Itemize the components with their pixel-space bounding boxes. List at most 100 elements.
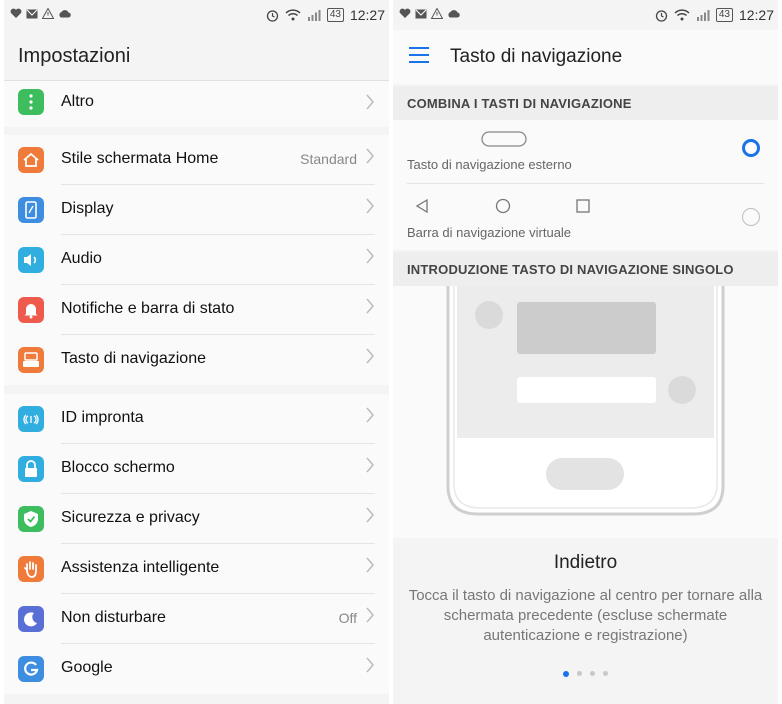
- settings-item-security[interactable]: Sicurezza e privacy: [4, 494, 389, 544]
- settings-item-label: Notifiche e barra di stato: [61, 300, 235, 317]
- home-icon: [18, 147, 44, 173]
- alarm-icon: [266, 9, 278, 22]
- battery-indicator: 43: [715, 8, 733, 22]
- notification-icons: [10, 8, 71, 19]
- system-icons: 43 12:27: [655, 7, 774, 23]
- settings-item-screen-lock[interactable]: Blocco schermo: [4, 444, 389, 494]
- chevron-right-icon: [366, 248, 374, 264]
- settings-item-fingerprint[interactable]: ID impronta: [4, 394, 389, 444]
- page-title: Tasto di navigazione: [450, 46, 623, 67]
- more-dots-icon: [18, 89, 44, 115]
- chevron-right-icon: [366, 457, 374, 473]
- fingerprint-icon: [18, 406, 44, 432]
- settings-item-value: Standard: [300, 151, 357, 167]
- alarm-icon: [655, 9, 667, 22]
- settings-item-label: Altro: [61, 93, 94, 110]
- warning-icon: [431, 8, 443, 19]
- settings-group-2: Stile schermata Home Standard Display Au…: [4, 135, 389, 385]
- system-icons: 43 12:27: [266, 7, 385, 23]
- settings-group-1: Altro: [4, 81, 389, 127]
- settings-item-display[interactable]: Display: [4, 185, 389, 235]
- status-bar: 43 12:27: [393, 0, 778, 30]
- status-time: 12:27: [738, 7, 774, 23]
- bell-icon: [18, 297, 44, 323]
- navigation-key-screen: 43 12:27 Tasto di navigazione COMBINA I …: [393, 0, 778, 704]
- settings-item-altro[interactable]: Altro: [4, 81, 389, 127]
- description-title: Indietro: [553, 552, 618, 573]
- settings-item-label: Stile schermata Home: [61, 150, 219, 167]
- chevron-right-icon: [366, 298, 374, 314]
- option-virtual-bar[interactable]: Barra di navigazione virtuale: [393, 184, 778, 250]
- wifi-icon: [674, 9, 690, 21]
- chevron-right-icon: [366, 607, 374, 623]
- notification-icons: [399, 8, 460, 19]
- section-title: INTRODUZIONE TASTO DI NAVIGAZIONE SINGOL…: [407, 262, 734, 277]
- app-bar: Impostazioni: [4, 30, 389, 81]
- moon-icon: [18, 606, 44, 632]
- page-indicator: [393, 671, 778, 677]
- option-external-key[interactable]: Tasto di navigazione esterno: [393, 120, 778, 184]
- battery-indicator: 43: [326, 8, 344, 22]
- chevron-right-icon: [366, 557, 374, 573]
- settings-item-label: Sicurezza e privacy: [61, 509, 200, 526]
- settings-item-navigation-key[interactable]: Tasto di navigazione: [4, 335, 389, 385]
- home-circle-icon: [495, 198, 511, 214]
- cloud-icon: [448, 10, 460, 18]
- radio-external-selected[interactable]: [742, 139, 760, 157]
- health-icon: [399, 8, 411, 18]
- health-icon: [10, 8, 22, 18]
- signal-icon: [307, 10, 321, 21]
- status-time: 12:27: [349, 7, 385, 23]
- chevron-right-icon: [366, 94, 374, 110]
- settings-item-do-not-disturb[interactable]: Non disturbare Off: [4, 594, 389, 644]
- settings-screen: 43 12:27 Impostazioni Altro Stile scherm…: [4, 0, 389, 704]
- back-triangle-icon: [415, 198, 428, 214]
- section-title: COMBINA I TASTI DI NAVIGAZIONE: [407, 96, 632, 111]
- mail-icon: [415, 9, 427, 18]
- page-dot: [577, 671, 582, 676]
- settings-item-notifications[interactable]: Notifiche e barra di stato: [4, 285, 389, 335]
- shield-icon: [18, 506, 44, 532]
- wifi-icon: [285, 9, 301, 21]
- settings-item-label: Non disturbare: [61, 609, 166, 626]
- description-text: Tocca il tasto di navigazione al centro …: [408, 587, 763, 644]
- mail-icon: [26, 9, 38, 18]
- google-icon: [18, 656, 44, 682]
- settings-item-label: Assistenza intelligente: [61, 559, 220, 576]
- chevron-right-icon: [366, 657, 374, 673]
- keyboard-icon: [18, 347, 44, 373]
- speaker-icon: [18, 247, 44, 273]
- page-dot-active: [563, 671, 569, 677]
- settings-item-google[interactable]: Google: [4, 644, 389, 694]
- radio-virtual[interactable]: [742, 208, 760, 226]
- settings-item-smart-assist[interactable]: Assistenza intelligente: [4, 544, 389, 594]
- page-dot: [590, 671, 595, 676]
- chevron-right-icon: [366, 407, 374, 423]
- recents-square-icon: [576, 199, 590, 213]
- settings-item-value: Off: [338, 610, 357, 626]
- settings-item-label: Google: [61, 659, 113, 676]
- settings-item-home-style[interactable]: Stile schermata Home Standard: [4, 135, 389, 185]
- option-label: Barra di navigazione virtuale: [407, 225, 572, 240]
- menu-icon[interactable]: [409, 47, 429, 63]
- cloud-icon: [59, 10, 71, 18]
- page-dot: [603, 671, 608, 676]
- settings-item-label: Audio: [61, 250, 102, 267]
- hand-icon: [18, 556, 44, 582]
- section-header-single-key: INTRODUZIONE TASTO DI NAVIGAZIONE SINGOL…: [393, 252, 778, 286]
- warning-icon: [42, 8, 54, 19]
- option-label: Tasto di navigazione esterno: [407, 157, 572, 172]
- settings-group-3: ID impronta Blocco schermo Sicurezza e p…: [4, 394, 389, 694]
- settings-item-audio[interactable]: Audio: [4, 235, 389, 285]
- status-bar: 43 12:27: [4, 0, 389, 30]
- phone-illustration: [393, 286, 778, 538]
- phone-screen-icon: [18, 197, 44, 223]
- pill-button-icon: [481, 131, 527, 147]
- settings-item-label: ID impronta: [61, 409, 144, 426]
- page-title: Impostazioni: [18, 45, 131, 67]
- signal-icon: [696, 10, 710, 21]
- chevron-right-icon: [366, 148, 374, 164]
- chevron-right-icon: [366, 198, 374, 214]
- section-header-combine: COMBINA I TASTI DI NAVIGAZIONE: [393, 86, 778, 120]
- chevron-right-icon: [366, 507, 374, 523]
